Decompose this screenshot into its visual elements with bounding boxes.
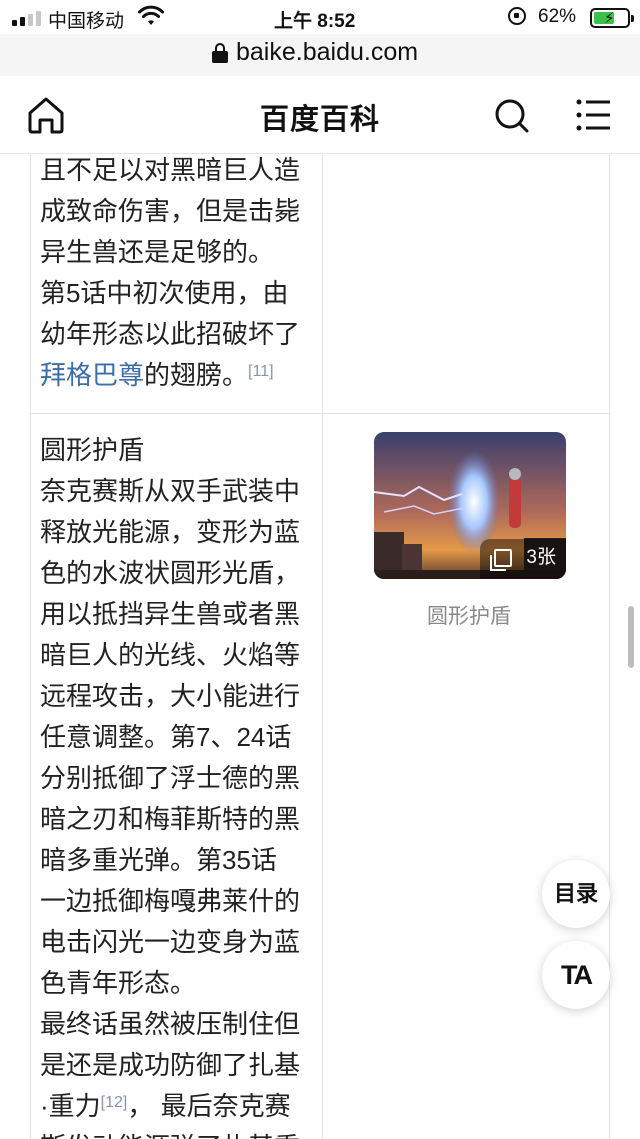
search-icon[interactable] [494,98,530,134]
clock: 上午 8:52 [274,11,356,32]
text-line: 释放光能源，变形为蓝 [40,517,301,547]
ta-button[interactable]: TA [542,941,610,1009]
toc-button[interactable]: 目录 [542,860,610,928]
scrollbar[interactable] [628,606,634,668]
text-line: 色青年形态。 [40,968,197,998]
text-line: 电击闪光一边变身为蓝 [40,927,301,957]
text-fragment: ·重力 [40,1091,101,1121]
text-line: 幼年形态以此招破坏了 [40,319,301,349]
page-title: 百度百科 [259,104,380,136]
menu-icon[interactable] [576,98,612,132]
address-bar[interactable]: baike.baidu.com [0,34,640,76]
text-line: 斯发动能源弹了扎基重 [40,1127,320,1139]
table-row: 圆形护盾 奈克赛斯从双手武装中 释放光能源，变形为蓝 色的水波状圆形光盾， 用以… [40,430,320,1139]
text-fragment: ， 最后奈克赛 [127,1091,291,1121]
gallery-icon [490,549,512,571]
ability-image[interactable]: 3张 [374,432,566,579]
image-caption: 圆形护盾 [427,605,511,628]
text-line: 是还是成功防御了扎基 [40,1050,301,1080]
text-line: 暗巨人的光线、火焰等 [40,640,301,670]
status-bar: 中国移动 上午 8:52 62% ⚡ [0,0,640,34]
orientation-lock-icon [508,7,526,25]
text-line: 奈克赛斯从双手武装中 [40,476,301,506]
text-line: 分别抵御了浮士德的黑 [40,763,301,793]
image-count: 3张 [526,547,556,568]
text-line: 暗多重光弹。第35话 [40,845,277,875]
padlock-icon [212,43,228,63]
text-line: 一边抵御梅嘎弗莱什的 [40,886,301,916]
text-line: 暗之刃和梅菲斯特的黑 [40,804,301,834]
text-line: 异生兽还是足够的。 [40,237,275,267]
text-line: 远程攻击，大小能进行 [40,681,301,711]
ability-name: 圆形护盾 [40,435,145,465]
wifi-icon [138,5,164,25]
text-fragment: 的翅膀。 [144,360,249,390]
text-line: 用以抵挡异生兽或者黑 [40,599,301,629]
text-line: 成致命伤害，但是击毙 [40,196,301,226]
citation-ref[interactable]: [12] [101,1094,128,1111]
signal-icon [12,10,46,26]
battery-charging-icon: ⚡ [590,8,634,28]
citation-ref[interactable]: [11] [248,363,274,380]
carrier-name: 中国移动 [48,11,125,32]
text-line: 最终话虽然被压制住但 [40,1009,301,1039]
text-line: 任意调整。第7、24话 [40,722,292,752]
url-text[interactable]: baike.baidu.com [236,38,418,67]
text-line: 色的水波状圆形光盾， [40,558,301,588]
ability-table: 且不足以对黑暗巨人造 成致命伤害，但是击毙 异生兽还是足够的。 第5话中初次使用… [0,154,640,1139]
site-header: 百度百科 [0,76,640,154]
table-row: 且不足以对黑暗巨人造 成致命伤害，但是击毙 异生兽还是足够的。 第5话中初次使用… [40,154,320,396]
text-line: 第5话中初次使用，由 [40,278,289,308]
text-line: 且不足以对黑暗巨人造 [40,155,301,185]
battery-percentage: 62% [538,6,577,27]
link-bagelbazun[interactable]: 拜格巴尊 [40,360,144,390]
